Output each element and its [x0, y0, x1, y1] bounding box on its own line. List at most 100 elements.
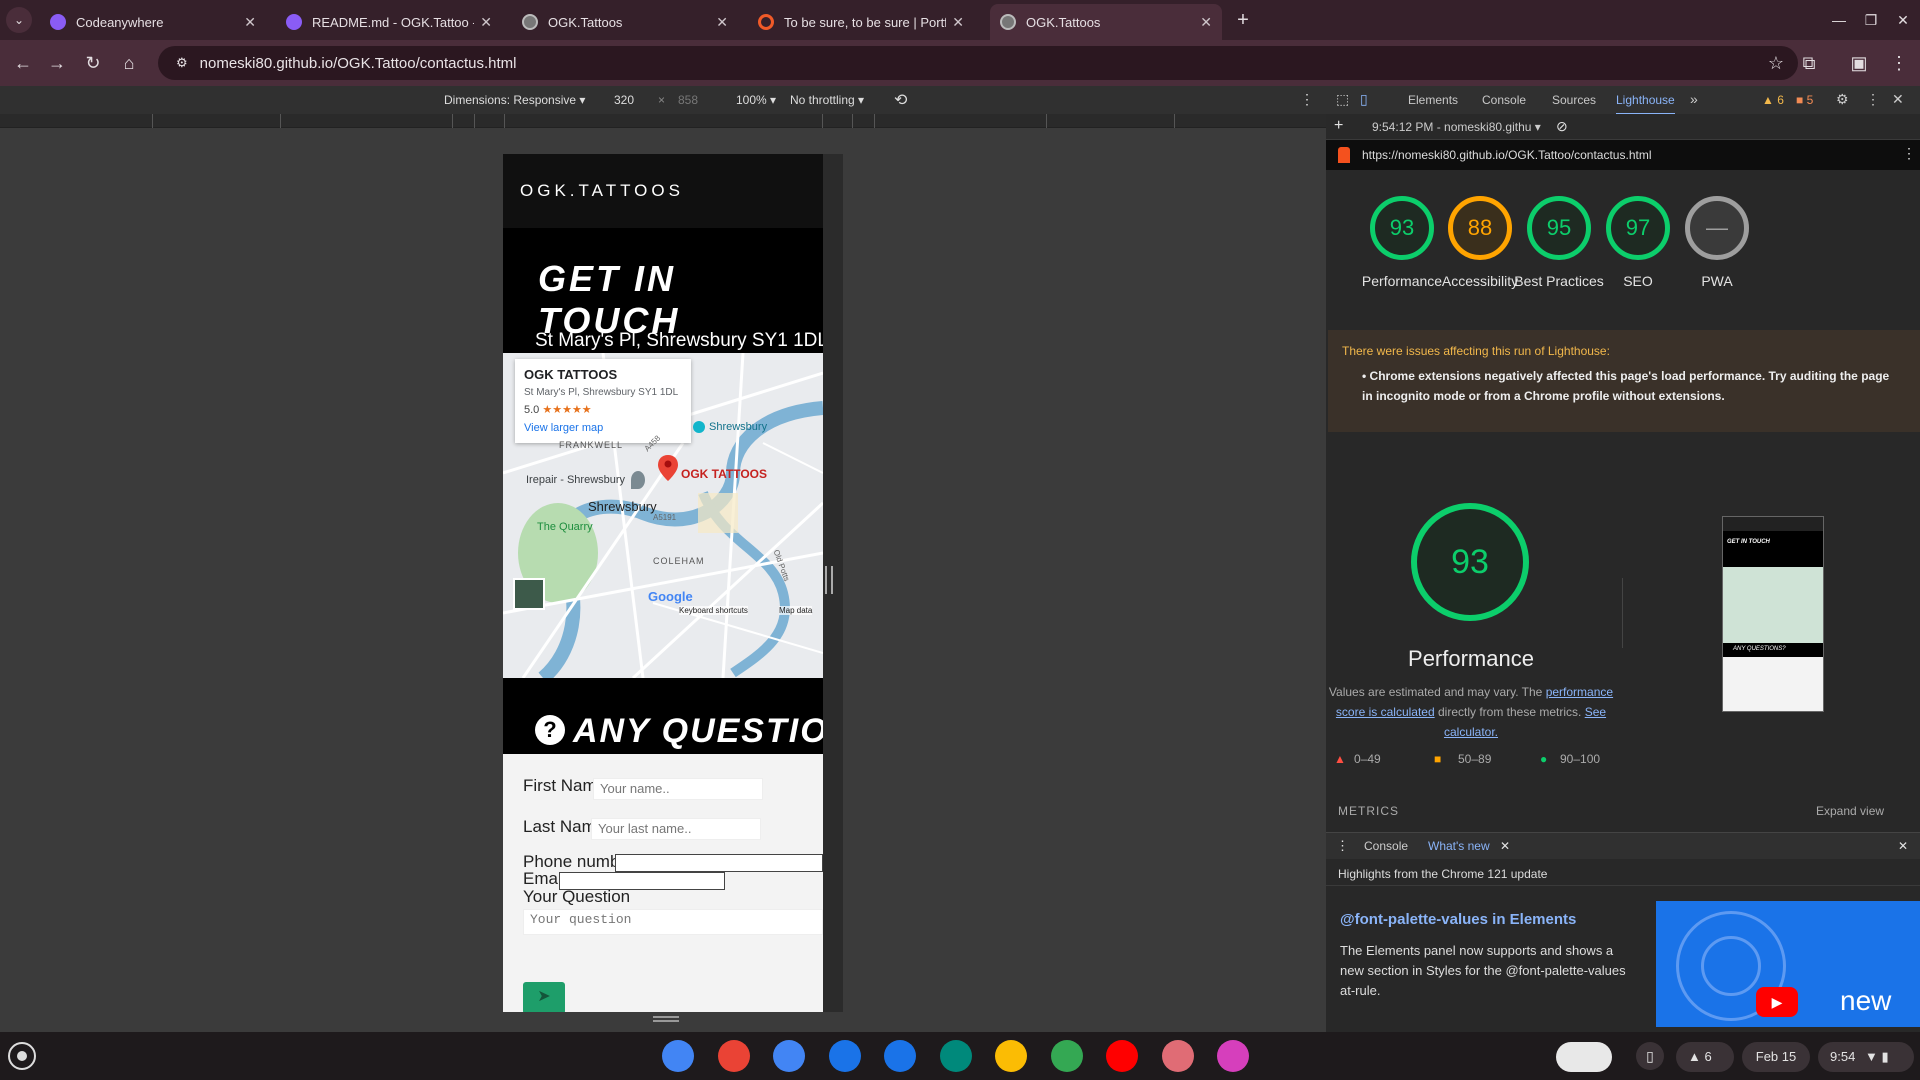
site-info-icon[interactable]: ⚙ — [176, 55, 188, 71]
google-map-embed[interactable]: OGK TATTOOS St Mary's Pl, Shrewsbury SY1… — [503, 353, 823, 678]
station-marker-icon[interactable] — [693, 421, 705, 433]
keyboard-shortcuts-link[interactable]: Keyboard shortcuts — [679, 606, 748, 615]
close-drawer-icon[interactable]: ✕ — [1898, 839, 1908, 853]
messages-app-icon[interactable] — [884, 1040, 916, 1072]
score-gauge-seo[interactable]: 97 SEO — [1593, 196, 1683, 291]
new-report-plus-icon[interactable]: + — [1334, 117, 1343, 135]
more-tabs-chevron-icon[interactable]: » — [1690, 91, 1698, 107]
tab-sources[interactable]: Sources — [1552, 93, 1596, 107]
youtube-play-icon[interactable]: ▶ — [1756, 987, 1798, 1017]
tab-codeanywhere[interactable]: Codeanywhere ✕ — [40, 4, 266, 40]
photos-app-icon[interactable] — [995, 1040, 1027, 1072]
issues-icon[interactable]: ■ 5 — [1796, 93, 1813, 107]
drawer-tab-console[interactable]: Console — [1364, 839, 1408, 853]
inspect-element-icon[interactable]: ⬚ — [1336, 91, 1349, 108]
drawer-tab-whats-new[interactable]: What's new — [1428, 839, 1490, 853]
phone-input[interactable] — [615, 854, 823, 872]
report-url[interactable]: https://nomeski80.github.io/OGK.Tattoo/c… — [1362, 148, 1651, 162]
drawer-menu-icon[interactable]: ⋮ — [1336, 838, 1349, 854]
status-tray[interactable]: 9:54 ▼ ▮ — [1818, 1042, 1914, 1072]
clear-reports-icon[interactable]: ⊘ — [1556, 118, 1568, 135]
warning-icon[interactable]: ▲ 6 — [1762, 93, 1784, 107]
close-tab-icon[interactable]: ✕ — [716, 14, 728, 31]
score-gauge-pwa[interactable]: — PWA — [1672, 196, 1762, 291]
new-tab-icon[interactable]: + — [1230, 7, 1256, 33]
tab-lighthouse[interactable]: Lighthouse — [1616, 93, 1675, 115]
phone-hub-icon[interactable]: ▯ — [1636, 1042, 1664, 1070]
tab-portfolio[interactable]: To be sure, to be sure | Portfolio ✕ — [748, 4, 974, 40]
devtools-menu-icon[interactable]: ⋮ — [1866, 91, 1880, 108]
meet-app-icon[interactable] — [939, 1040, 972, 1072]
feature-title-link[interactable]: @font-palette-values in Elements — [1340, 911, 1576, 928]
report-menu-icon[interactable]: ⋮ — [1902, 145, 1916, 162]
tab-ogk-tattoos[interactable]: OGK.Tattoos ✕ — [512, 4, 738, 40]
tab-search-chevron-icon[interactable]: ⌄ — [6, 7, 32, 33]
score-gauge-accessibility[interactable]: 88 Accessibility — [1435, 196, 1525, 291]
dimensions-select[interactable]: Dimensions: Responsive ▾ — [444, 93, 585, 107]
address-bar[interactable]: ⚙ nomeski80.github.io/OGK.Tattoo/contact… — [158, 46, 1798, 80]
height-input[interactable]: 858 — [678, 93, 698, 107]
settings-gear-icon[interactable]: ⚙ — [1836, 91, 1849, 108]
bookmark-star-icon[interactable]: ☆ — [1768, 53, 1784, 74]
last-name-input[interactable]: Your last name.. — [591, 818, 761, 840]
app-grid-app-icon[interactable] — [1161, 1040, 1194, 1072]
device-toggle-icon[interactable]: ▯ — [1360, 91, 1368, 108]
notifications-pill[interactable]: ▲ 6 — [1676, 1042, 1734, 1072]
throttle-select[interactable]: No throttling ▾ — [790, 93, 864, 107]
restore-icon[interactable]: ❐ — [1858, 7, 1884, 33]
score-ring: 93 — [1370, 196, 1434, 260]
view-larger-map-link[interactable]: View larger map — [524, 422, 682, 434]
expand-view-toggle[interactable]: Expand view — [1816, 804, 1884, 818]
minimize-icon[interactable]: — — [1826, 7, 1852, 33]
holding-space-icon[interactable] — [1556, 1042, 1612, 1072]
zoom-select[interactable]: 100% ▾ — [736, 93, 776, 107]
launcher-icon[interactable] — [8, 1042, 36, 1070]
back-icon[interactable]: ← — [10, 50, 36, 76]
close-tab-icon[interactable]: ✕ — [952, 14, 964, 31]
final-screenshot-thumbnail[interactable]: GET IN TOUCH ANY QUESTIONS? — [1722, 516, 1824, 712]
map-label-station: Shrewsbury — [709, 421, 768, 433]
irepair-marker-icon[interactable] — [631, 471, 645, 489]
close-tab-icon[interactable]: ✕ — [244, 14, 256, 31]
date-pill[interactable]: Feb 15 — [1742, 1042, 1810, 1072]
media-query-ruler[interactable] — [0, 114, 1326, 128]
menu-icon[interactable]: ⋮ — [1886, 50, 1912, 76]
tab-ogk-tattoos-active[interactable]: OGK.Tattoos ✕ — [990, 4, 1222, 40]
home-icon[interactable]: ⌂ — [116, 50, 142, 76]
map-pin-icon[interactable] — [658, 455, 678, 481]
gmail-app-icon[interactable] — [717, 1040, 750, 1072]
whats-new-video[interactable]: ▶ new — [1656, 901, 1920, 1027]
close-devtools-icon[interactable]: ✕ — [1892, 91, 1904, 108]
bottom-resize-handle[interactable] — [653, 1016, 679, 1022]
extensions-icon[interactable]: ⧉ — [1796, 50, 1822, 76]
close-window-icon[interactable]: ✕ — [1890, 7, 1916, 33]
satellite-toggle[interactable] — [513, 578, 545, 610]
report-selector[interactable]: 9:54:12 PM - nomeski80.githu ▾ — [1372, 120, 1541, 134]
reload-icon[interactable]: ↻ — [80, 50, 106, 76]
tab-readme[interactable]: README.md - OGK.Tattoo - Co ✕ — [276, 4, 502, 40]
play-app-icon[interactable] — [1050, 1040, 1083, 1072]
files-app-icon[interactable] — [828, 1040, 861, 1072]
first-name-input[interactable]: Your name.. — [593, 778, 763, 800]
forward-icon[interactable]: → — [44, 50, 70, 76]
calendar-app-icon[interactable] — [773, 1040, 805, 1072]
device-menu-icon[interactable]: ⋮ — [1300, 91, 1314, 108]
close-tab-icon[interactable]: ✕ — [1200, 14, 1212, 31]
tab-console[interactable]: Console — [1482, 93, 1526, 107]
rotate-icon[interactable]: ⟲ — [894, 90, 907, 110]
send-button[interactable]: ➤ — [523, 982, 565, 1012]
side-panel-icon[interactable]: ▣ — [1846, 50, 1872, 76]
tab-elements[interactable]: Elements — [1408, 93, 1458, 107]
resize-handle[interactable] — [825, 566, 833, 594]
site-brand[interactable]: OGK.TATTOOS — [520, 181, 684, 201]
map-data-link[interactable]: Map data — [779, 606, 813, 615]
score-gauge-best-practices[interactable]: 95 Best Practices — [1514, 196, 1604, 291]
chrome-app-icon[interactable] — [662, 1040, 694, 1072]
close-tab-icon[interactable]: ✕ — [480, 14, 492, 31]
app-pink-app-icon[interactable] — [1217, 1040, 1249, 1072]
youtube-app-icon[interactable] — [1106, 1040, 1138, 1072]
question-textarea[interactable]: Your question — [523, 909, 823, 935]
width-input[interactable]: 320 — [614, 93, 634, 107]
score-gauge-performance[interactable]: 93 Performance — [1357, 196, 1447, 291]
close-whats-new-icon[interactable]: ✕ — [1500, 839, 1510, 853]
